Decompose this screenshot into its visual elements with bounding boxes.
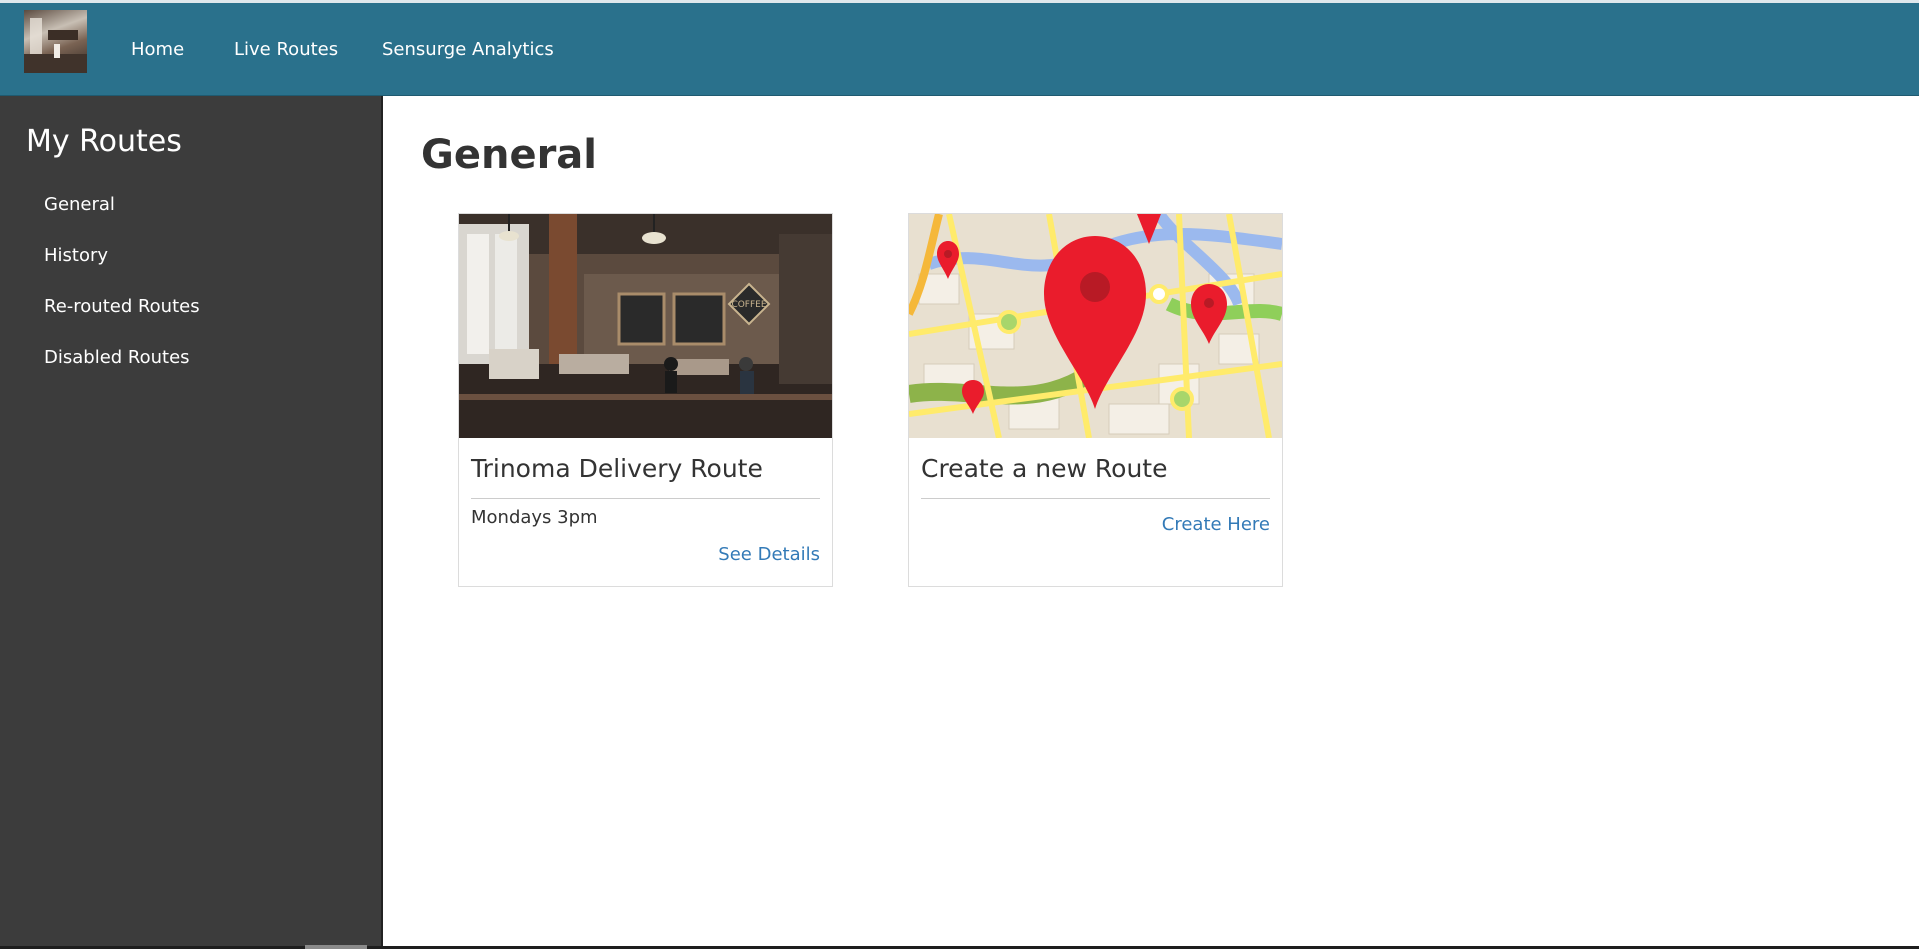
sidebar-item-general[interactable]: General [44, 194, 115, 215]
card-divider [921, 498, 1270, 499]
sidebar: My Routes General History Re-routed Rout… [0, 96, 383, 946]
route-card-create: Create a new Route Create Here [908, 213, 1283, 587]
coffee-shop-image: COFFEE [459, 214, 832, 438]
horizontal-scrollbar-thumb[interactable] [305, 945, 367, 949]
sidebar-item-disabled-routes[interactable]: Disabled Routes [44, 347, 190, 368]
nav-home-label: Home [131, 38, 185, 60]
map-image [909, 214, 1282, 438]
see-details-link[interactable]: See Details [718, 544, 820, 565]
card-title: Create a new Route [921, 454, 1168, 483]
nav-live-routes-label: Live Routes [234, 38, 339, 60]
card-schedule: Mondays 3pm [471, 507, 598, 528]
top-navbar: Home Live Routes Sensurge Analytics [0, 3, 1919, 96]
route-card-trinoma: COFFEE Trinoma Delivery Route Mondays 3p… [458, 213, 833, 587]
sidebar-title: My Routes [26, 124, 182, 159]
nav-sensurge-analytics[interactable]: Sensurge Analytics [382, 3, 554, 96]
coffee-sign-text: COFFEE [731, 300, 766, 310]
card-title: Trinoma Delivery Route [471, 454, 763, 483]
sidebar-item-history[interactable]: History [44, 245, 108, 266]
card-divider [471, 498, 820, 499]
create-here-link[interactable]: Create Here [1162, 514, 1270, 535]
page-title: General [421, 132, 597, 178]
sidebar-item-re-routed-routes[interactable]: Re-routed Routes [44, 296, 200, 317]
nav-live-routes[interactable]: Live Routes [234, 3, 338, 96]
nav-sensurge-analytics-label: Sensurge Analytics [382, 38, 554, 60]
nav-home[interactable]: Home [131, 3, 184, 96]
logo[interactable] [24, 10, 87, 73]
